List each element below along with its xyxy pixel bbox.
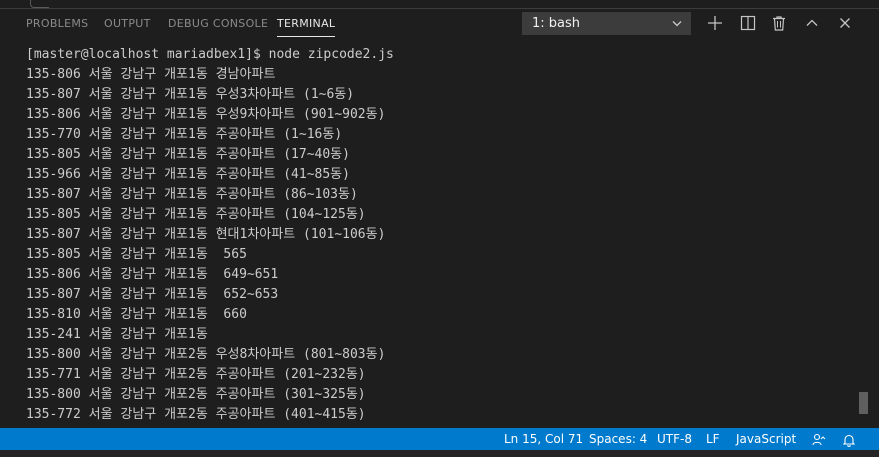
- terminal-output-line: 135-800 서울 강남구 개포2동 우성8차아파트 (801∼803동): [26, 347, 386, 362]
- tab-debug-console[interactable]: DEBUG CONSOLE: [168, 17, 268, 37]
- window-bottom-edge: [0, 450, 879, 457]
- chevron-down-icon: [670, 13, 684, 34]
- terminal-output-line: 135-805 서울 강남구 개포1동 주공아파트 (104∼125동): [26, 207, 366, 222]
- eol-setting[interactable]: LF: [706, 428, 720, 450]
- indentation-setting[interactable]: Spaces: 4: [589, 428, 647, 450]
- encoding-setting[interactable]: UTF-8: [657, 428, 692, 450]
- terminal-instance-select[interactable]: 1: bash: [522, 12, 691, 35]
- language-mode[interactable]: JavaScript: [736, 428, 796, 450]
- scrollbar-thumb[interactable]: [859, 392, 868, 414]
- editor-code-edge: [30, 0, 49, 8]
- terminal-output-line: 135-770 서울 강남구 개포1동 주공아파트 (1∼16동): [26, 127, 343, 142]
- terminal-output-line: 135-806 서울 강남구 개포1동 경남아파트: [26, 67, 276, 82]
- terminal-scrollbar[interactable]: [859, 47, 869, 429]
- trash-icon[interactable]: [770, 14, 788, 32]
- editor-area-edge: [0, 0, 879, 8]
- terminal-output-line: 135-800 서울 강남구 개포2동 주공아파트 (301∼325동): [26, 387, 366, 402]
- vscode-window: PROBLEMS OUTPUT DEBUG CONSOLE TERMINAL 1…: [0, 0, 879, 457]
- terminal-output-line: 135-810 서울 강남구 개포1동 660: [26, 307, 247, 322]
- plus-icon[interactable]: [706, 14, 724, 32]
- split-terminal-icon[interactable]: [739, 14, 757, 32]
- close-icon[interactable]: [836, 14, 854, 32]
- tab-output[interactable]: OUTPUT: [104, 17, 151, 37]
- terminal-panel: PROBLEMS OUTPUT DEBUG CONSOLE TERMINAL 1…: [0, 8, 879, 429]
- cursor-position[interactable]: Ln 15, Col 71: [504, 428, 583, 450]
- status-bar: Ln 15, Col 71 Spaces: 4 UTF-8 LF JavaScr…: [0, 428, 879, 450]
- tab-terminal[interactable]: TERMINAL: [277, 17, 336, 37]
- terminal-output-line: 135-241 서울 강남구 개포1동: [26, 327, 208, 342]
- terminal-output-line: 135-966 서울 강남구 개포1동 주공아파트 (41∼85동): [26, 167, 350, 182]
- terminal-output[interactable]: [master@localhost mariadbex1]$ node zipc…: [26, 45, 856, 425]
- terminal-output-line: 135-805 서울 강남구 개포1동 565: [26, 247, 247, 262]
- maximize-chevron-up-icon[interactable]: [803, 14, 821, 32]
- terminal-output-line: 135-806 서울 강남구 개포1동 649∼651: [26, 267, 279, 282]
- terminal-output-line: 135-807 서울 강남구 개포1동 주공아파트 (86∼103동): [26, 187, 358, 202]
- terminal-output-line: 135-771 서울 강남구 개포2동 주공아파트 (201∼232동): [26, 367, 366, 382]
- terminal-command-line: [master@localhost mariadbex1]$ node zipc…: [26, 47, 394, 62]
- terminal-output-line: 135-807 서울 강남구 개포1동 현대1차아파트 (101∼106동): [26, 227, 386, 242]
- terminal-output-line: 135-805 서울 강남구 개포1동 주공아파트 (17∼40동): [26, 147, 350, 162]
- panel-header: PROBLEMS OUTPUT DEBUG CONSOLE TERMINAL 1…: [0, 9, 879, 39]
- tab-problems[interactable]: PROBLEMS: [26, 17, 88, 37]
- terminal-output-line: 135-807 서울 강남구 개포1동 652∼653: [26, 287, 279, 302]
- terminal-output-line: 135-806 서울 강남구 개포1동 우성9차아파트 (901∼902동): [26, 107, 386, 122]
- terminal-output-line: 135-772 서울 강남구 개포2동 주공아파트 (401∼415동): [26, 407, 366, 422]
- terminal-select-value: 1: bash: [532, 16, 581, 31]
- terminal-output-line: 135-807 서울 강남구 개포1동 우성3차아파트 (1∼6동): [26, 87, 355, 102]
